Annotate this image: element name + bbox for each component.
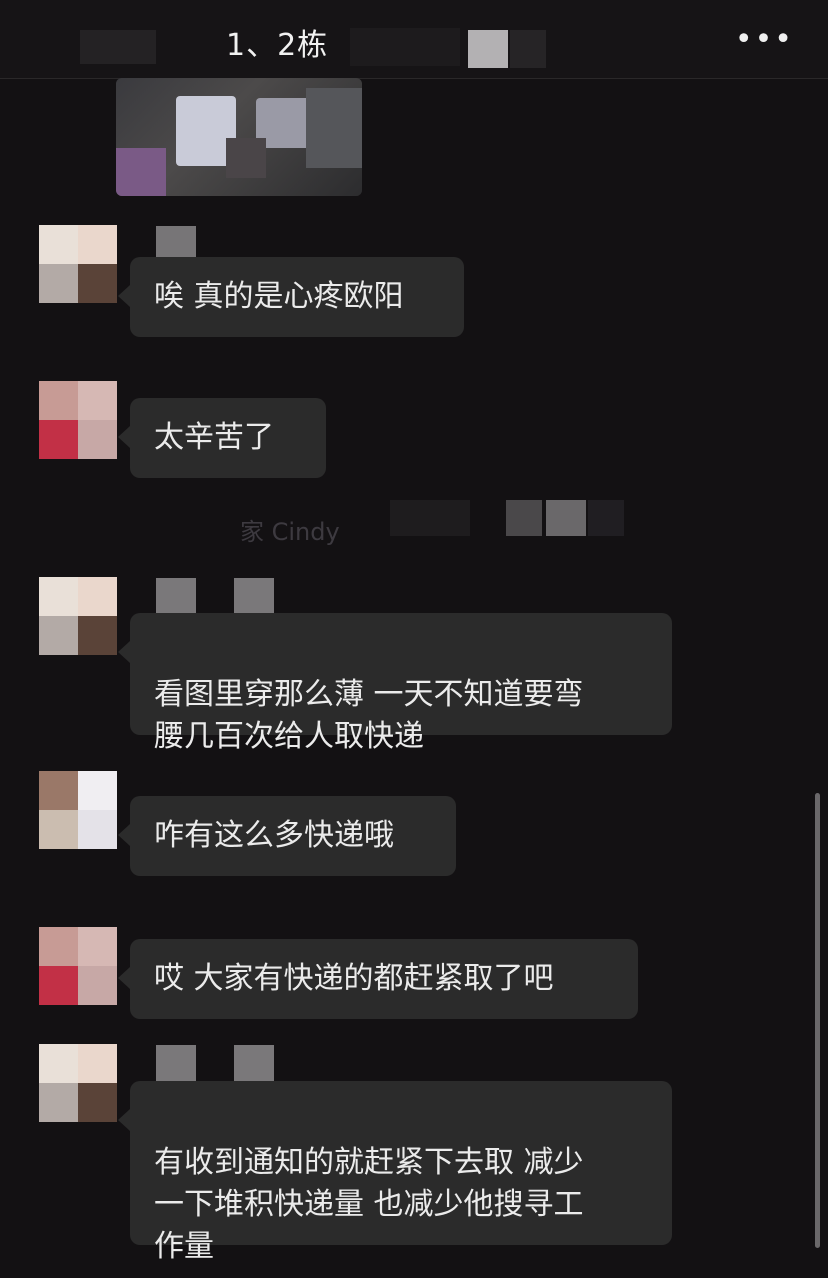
avatar[interactable] bbox=[39, 927, 117, 1005]
notice-mosaic bbox=[390, 500, 470, 536]
message-text: 咋有这么多快递哦 bbox=[154, 818, 394, 853]
message-bubble[interactable]: 有收到通知的就赶紧下去取 减少 一下堆积快递量 也减少他搜寻工 作量 bbox=[118, 1081, 672, 1264]
sender-name-mosaic bbox=[156, 1045, 276, 1081]
avatar[interactable] bbox=[39, 577, 117, 655]
message-text: 看图里穿那么薄 一天不知道要弯 腰几百次给人取快递 bbox=[154, 677, 584, 754]
avatar[interactable] bbox=[39, 771, 117, 849]
message-bubble[interactable]: 太辛苦了 bbox=[118, 398, 326, 478]
more-options-icon[interactable]: ••• bbox=[735, 22, 794, 57]
chat-title: 1、2栋 bbox=[226, 28, 329, 63]
avatar[interactable] bbox=[39, 225, 117, 303]
title-mosaic-2 bbox=[468, 30, 508, 68]
sender-name-mosaic bbox=[156, 578, 276, 614]
title-mosaic bbox=[350, 28, 460, 66]
message-text: 唉 真的是心疼欧阳 bbox=[154, 279, 404, 314]
system-notice-text: 家 Cindy bbox=[240, 518, 340, 546]
message-bubble[interactable]: 唉 真的是心疼欧阳 bbox=[118, 257, 464, 337]
message-bubble[interactable]: 哎 大家有快递的都赶紧取了吧 bbox=[118, 939, 638, 1019]
avatar[interactable] bbox=[39, 381, 117, 459]
chat-header: 1、2栋 ••• bbox=[0, 0, 828, 79]
notice-mosaic bbox=[546, 500, 586, 536]
message-text: 有收到通知的就赶紧下去取 减少 一下堆积快递量 也减少他搜寻工 作量 bbox=[154, 1145, 584, 1264]
notice-mosaic bbox=[588, 500, 624, 536]
message-text: 太辛苦了 bbox=[154, 420, 274, 455]
scrollbar[interactable] bbox=[815, 793, 820, 1248]
message-bubble[interactable]: 看图里穿那么薄 一天不知道要弯 腰几百次给人取快递 bbox=[118, 613, 672, 754]
message-text: 哎 大家有快递的都赶紧取了吧 bbox=[154, 961, 554, 996]
notice-mosaic bbox=[506, 500, 542, 536]
title-mosaic-3 bbox=[510, 30, 546, 68]
image-message[interactable] bbox=[116, 78, 362, 196]
header-left-mosaic bbox=[80, 30, 156, 64]
message-bubble[interactable]: 咋有这么多快递哦 bbox=[118, 796, 456, 876]
avatar[interactable] bbox=[39, 1044, 117, 1122]
